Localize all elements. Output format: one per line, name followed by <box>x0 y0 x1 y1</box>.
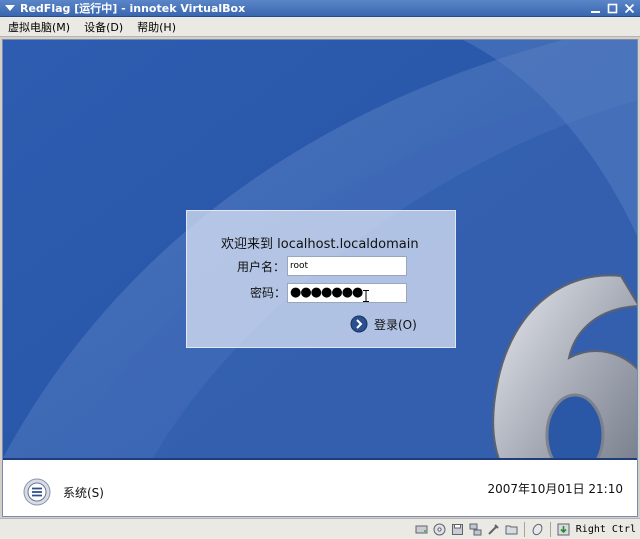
status-bar: Right Ctrl <box>0 518 640 539</box>
network-icon[interactable] <box>468 522 483 537</box>
username-input[interactable]: root <box>287 256 407 276</box>
maximize-button[interactable] <box>606 2 619 15</box>
username-label: 用户名： <box>237 260 286 274</box>
mouse-integration-icon[interactable] <box>530 522 545 537</box>
menu-help[interactable]: 帮助(H) <box>133 19 180 35</box>
welcome-title: 欢迎来到 localhost.localdomain <box>221 237 419 252</box>
minimize-button[interactable] <box>589 2 602 15</box>
status-separator <box>523 521 525 537</box>
clock: 2007年10月01日 21:10 <box>487 482 623 496</box>
menu-devices[interactable]: 设备(D) <box>80 19 127 35</box>
menu-bar: 虚拟电脑(M) 设备(D) 帮助(H) <box>0 17 640 37</box>
system-menu-label[interactable]: 系统(S) <box>63 484 104 501</box>
shared-folder-icon[interactable] <box>504 522 519 537</box>
close-button[interactable] <box>623 2 636 15</box>
window-title: RedFlag [运行中] - innotek VirtualBox <box>20 2 246 15</box>
hdd-icon[interactable] <box>414 522 429 537</box>
login-dialog: 欢迎来到 localhost.localdomain 用户名： root 密码：… <box>186 210 456 348</box>
text-cursor-icon <box>363 290 369 302</box>
login-button[interactable]: 登录(O) <box>350 315 417 333</box>
status-separator <box>549 521 551 537</box>
window-title-bar[interactable]: RedFlag [运行中] - innotek VirtualBox <box>0 0 640 17</box>
password-label: 密码： <box>250 286 287 300</box>
host-key-label: Right Ctrl <box>575 523 636 535</box>
usb-icon[interactable] <box>486 522 501 537</box>
arrow-right-icon <box>350 315 368 333</box>
cdrom-icon[interactable] <box>432 522 447 537</box>
system-menu-icon[interactable] <box>23 478 51 506</box>
vm-screen[interactable]: 欢迎来到 localhost.localdomain 用户名： root 密码：… <box>2 39 638 517</box>
vm-bottom-panel: 系统(S) 2007年10月01日 21:10 <box>3 458 637 516</box>
menu-machine[interactable]: 虚拟电脑(M) <box>4 19 74 35</box>
window-menu-icon[interactable] <box>4 2 16 14</box>
login-button-label: 登录(O) <box>374 317 417 332</box>
host-key-icon <box>556 522 571 537</box>
password-input[interactable]: ●●●●●●● <box>287 283 407 303</box>
floppy-icon[interactable] <box>450 522 465 537</box>
